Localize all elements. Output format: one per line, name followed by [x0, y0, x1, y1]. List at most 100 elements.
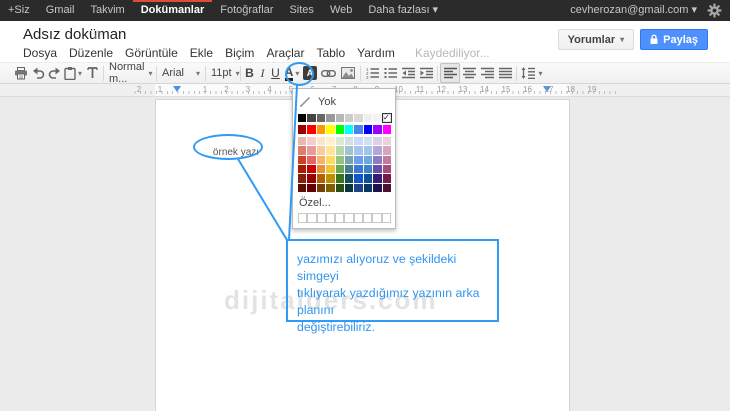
palette-color[interactable]	[317, 114, 325, 122]
insert-link-button[interactable]	[318, 63, 338, 83]
comments-button[interactable]: Yorumlar ▾	[558, 29, 635, 50]
palette-color[interactable]	[317, 137, 325, 145]
palette-color[interactable]	[336, 165, 344, 173]
palette-color[interactable]	[336, 156, 344, 164]
palette-color[interactable]	[336, 114, 344, 122]
star-icon[interactable]: ☆	[92, 27, 104, 43]
print-button[interactable]	[12, 63, 30, 83]
palette-color[interactable]	[383, 146, 391, 154]
highlight-color-button[interactable]: A	[302, 63, 318, 83]
palette-color[interactable]	[317, 165, 325, 173]
custom-color-slot[interactable]	[335, 213, 344, 223]
palette-color[interactable]	[307, 184, 315, 192]
text-color-button[interactable]: A ▾	[282, 63, 302, 83]
palette-color[interactable]	[364, 156, 372, 164]
gear-icon[interactable]	[707, 3, 722, 18]
palette-color[interactable]	[307, 146, 315, 154]
underline-button[interactable]: U	[269, 63, 282, 83]
palette-color[interactable]	[383, 114, 391, 122]
palette-color[interactable]	[364, 125, 372, 133]
palette-color[interactable]	[364, 146, 372, 154]
menu-araçlar[interactable]: Araçlar	[260, 46, 310, 60]
palette-color[interactable]	[345, 137, 353, 145]
paint-format-button[interactable]	[84, 63, 101, 83]
styles-select[interactable]: Normal m... ▾	[106, 63, 154, 83]
palette-color[interactable]	[345, 146, 353, 154]
outdent-button[interactable]	[399, 63, 417, 83]
custom-color-slot[interactable]	[363, 213, 372, 223]
custom-color-slot[interactable]	[344, 213, 353, 223]
insert-image-button[interactable]	[338, 63, 358, 83]
redo-button[interactable]	[46, 63, 62, 83]
topbar-item[interactable]: Web	[322, 0, 360, 21]
palette-color[interactable]	[364, 114, 372, 122]
palette-color[interactable]	[307, 114, 315, 122]
palette-color[interactable]	[298, 184, 306, 192]
topbar-item[interactable]: Fotoğraflar	[212, 0, 281, 21]
custom-color-slot[interactable]	[307, 213, 316, 223]
palette-color[interactable]	[298, 174, 306, 182]
menu-görüntüle[interactable]: Görüntüle	[119, 46, 184, 60]
palette-color[interactable]	[383, 174, 391, 182]
palette-color[interactable]	[354, 137, 362, 145]
palette-color[interactable]	[307, 125, 315, 133]
document-title[interactable]: Adsız doküman	[23, 26, 126, 43]
align-right-button[interactable]	[478, 63, 496, 83]
topbar-item[interactable]: Gmail	[38, 0, 83, 21]
palette-color[interactable]	[345, 174, 353, 182]
palette-color[interactable]	[326, 156, 334, 164]
palette-color[interactable]	[364, 137, 372, 145]
palette-color[interactable]	[336, 184, 344, 192]
palette-color[interactable]	[364, 174, 372, 182]
palette-color[interactable]	[383, 137, 391, 145]
palette-color[interactable]	[354, 125, 362, 133]
left-indent-marker[interactable]	[173, 86, 181, 92]
palette-color[interactable]	[383, 125, 391, 133]
custom-color-slot[interactable]	[382, 213, 391, 223]
palette-color[interactable]	[326, 184, 334, 192]
palette-color[interactable]	[326, 165, 334, 173]
custom-color-slot[interactable]	[298, 213, 307, 223]
palette-color[interactable]	[383, 184, 391, 192]
palette-color[interactable]	[345, 165, 353, 173]
palette-color[interactable]	[336, 146, 344, 154]
line-spacing-button[interactable]: ▾	[519, 63, 545, 83]
palette-color[interactable]	[336, 137, 344, 145]
topbar-item[interactable]: Sites	[281, 0, 321, 21]
font-size-select[interactable]: 11pt ▾	[208, 63, 238, 83]
palette-color[interactable]	[373, 174, 381, 182]
palette-color[interactable]	[326, 146, 334, 154]
palette-color[interactable]	[373, 184, 381, 192]
topbar-item[interactable]: Dokümanlar	[133, 0, 213, 21]
align-center-button[interactable]	[460, 63, 478, 83]
align-left-button[interactable]	[440, 63, 460, 83]
numbered-list-button[interactable]: 123	[363, 63, 381, 83]
topbar-item[interactable]: +Siz	[0, 0, 38, 21]
account-menu[interactable]: cevherozan@gmail.com ▾	[570, 0, 697, 21]
topbar-item[interactable]: Takvim	[82, 0, 132, 21]
font-select[interactable]: Arial ▾	[159, 63, 203, 83]
palette-color[interactable]	[354, 114, 362, 122]
palette-color[interactable]	[336, 174, 344, 182]
palette-color[interactable]	[307, 137, 315, 145]
palette-color[interactable]	[354, 156, 362, 164]
palette-color[interactable]	[298, 146, 306, 154]
topbar-item[interactable]: Daha fazlası ▾	[360, 0, 446, 21]
palette-color[interactable]	[326, 137, 334, 145]
palette-color[interactable]	[326, 114, 334, 122]
palette-color[interactable]	[326, 125, 334, 133]
palette-color[interactable]	[373, 125, 381, 133]
palette-color[interactable]	[345, 125, 353, 133]
justify-button[interactable]	[496, 63, 514, 83]
palette-color[interactable]	[307, 156, 315, 164]
share-button[interactable]: Paylaş	[640, 29, 708, 50]
palette-color[interactable]	[317, 184, 325, 192]
palette-color[interactable]	[383, 165, 391, 173]
custom-color-slot[interactable]	[354, 213, 363, 223]
palette-color[interactable]	[364, 165, 372, 173]
palette-color[interactable]	[373, 137, 381, 145]
palette-color[interactable]	[298, 125, 306, 133]
palette-color[interactable]	[383, 156, 391, 164]
palette-color[interactable]	[298, 156, 306, 164]
italic-button[interactable]: I	[256, 63, 269, 83]
